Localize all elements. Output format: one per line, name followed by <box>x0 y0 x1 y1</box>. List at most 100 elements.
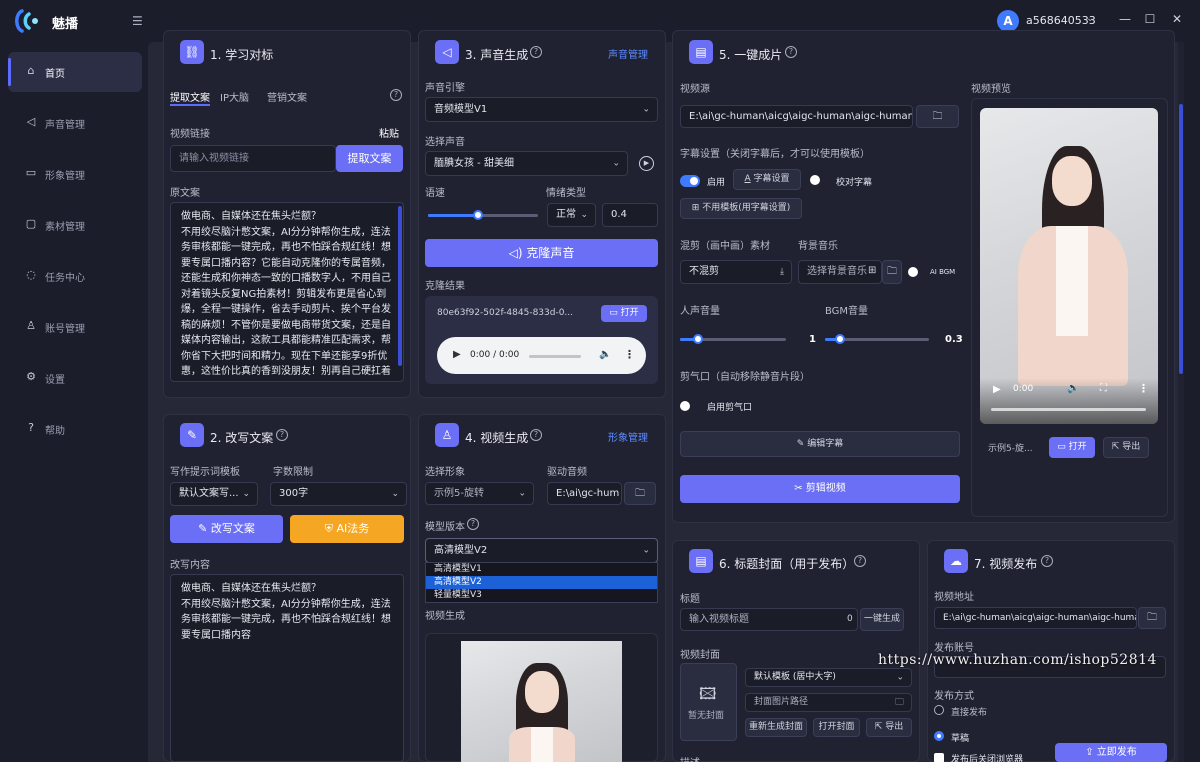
button-label: 不用模板(用字幕设置) <box>702 203 791 213</box>
cover-path-input[interactable]: 封面图片路径 🗀 <box>745 693 912 712</box>
paste-button[interactable]: 粘贴 <box>379 125 399 140</box>
dropdown-option[interactable]: 高清模型V1 <box>426 563 657 576</box>
ai-legal-button[interactable]: ⛨ AI法务 <box>290 515 404 543</box>
proofread-radio[interactable] <box>810 175 820 185</box>
dropdown-option-selected[interactable]: 高清模型V2 <box>426 576 657 589</box>
auto-generate-title-button[interactable]: 一键生成 <box>860 608 904 631</box>
fullscreen-icon[interactable]: ⛶ <box>1100 383 1107 394</box>
no-template-button[interactable]: ⊞ 不用模板(用字幕设置) <box>680 198 802 219</box>
help-icon[interactable]: ? <box>276 429 288 441</box>
grid-icon[interactable]: ⊞ <box>868 265 876 276</box>
subtitle-toggle[interactable] <box>680 175 700 187</box>
rewrite-content-area[interactable]: 做电商、自媒体还在焦头烂额？ 不用绞尽脑汁憋文案，AI分分钟帮你生成，连法务审核… <box>170 574 404 762</box>
avatar[interactable]: A <box>997 10 1019 32</box>
folder-icon[interactable]: 🗀 <box>895 694 904 711</box>
more-icon[interactable]: ⋮ <box>624 348 635 361</box>
bgm-volume-thumb[interactable] <box>834 334 845 344</box>
video-source-input[interactable]: E:\ai\gc-human\aicg\aigc-human\aigc-huma… <box>680 105 913 128</box>
play-preview-icon[interactable]: ▶ <box>639 156 654 171</box>
engine-select[interactable]: 音频模型V1 ⌄ <box>425 97 658 122</box>
help-icon[interactable]: ? <box>1041 555 1053 567</box>
collapse-sidebar-icon[interactable]: ☰ <box>132 14 143 28</box>
avatar-manage-link[interactable]: 形象管理 <box>608 429 648 444</box>
main-scrollbar-thumb[interactable] <box>1179 104 1183 374</box>
export-cover-button[interactable]: ⇱ 导出 <box>866 718 912 737</box>
sidebar-item-label: 账号管理 <box>45 324 85 335</box>
original-text-area[interactable]: 做电商、自媒体还在焦头烂额？ 不用绞尽脑汁憋文案，AI分分钟帮你生成，连法务审核… <box>170 202 404 382</box>
edit-subtitle-button[interactable]: ✎ 编辑字幕 <box>680 431 960 457</box>
mix-select[interactable]: 不混剪 ⤓ <box>680 260 792 284</box>
volume-icon[interactable]: 🔈 <box>1067 383 1079 394</box>
maximize-icon[interactable]: ☐ <box>1143 12 1157 26</box>
folder-icon[interactable]: 🗀 <box>1138 607 1166 629</box>
chevron-down-icon[interactable]: ⌄ <box>1086 13 1094 24</box>
select-value: 高清模型V2 <box>434 545 488 556</box>
volume-icon[interactable]: 🔈 <box>599 349 611 360</box>
help-icon[interactable]: ? <box>854 555 866 567</box>
sidebar-item-voice[interactable]: ◁ 声音管理 <box>8 103 142 143</box>
speed-slider-thumb[interactable] <box>472 210 483 220</box>
close-icon[interactable]: ✕ <box>1170 12 1184 26</box>
scrollbar[interactable] <box>398 206 402 366</box>
help-icon[interactable]: ? <box>785 46 797 58</box>
clone-voice-button[interactable]: ◁) 克隆声音 <box>425 239 658 267</box>
close-browser-checkbox[interactable] <box>934 753 944 762</box>
dropdown-option[interactable]: 轻量模型V3 <box>426 589 657 602</box>
open-preview-button[interactable]: ▭ 打开 <box>1049 437 1095 458</box>
regenerate-cover-button[interactable]: 重新生成封面 <box>745 718 807 737</box>
video-link-input[interactable]: 请输入视频链接 <box>170 145 336 172</box>
open-result-button[interactable]: ▭ 打开 <box>601 305 647 322</box>
model-version-select[interactable]: 高清模型V2 ⌄ <box>425 538 658 563</box>
help-icon[interactable]: ? <box>467 518 479 530</box>
sidebar-item-avatar[interactable]: ▭ 形象管理 <box>8 154 142 194</box>
word-limit-select[interactable]: 300字 ⌄ <box>270 482 407 506</box>
ai-bgm-radio[interactable] <box>908 267 918 277</box>
voice-volume-thumb[interactable] <box>693 334 704 344</box>
direct-publish-radio[interactable] <box>934 705 944 715</box>
preview-video[interactable] <box>980 108 1158 424</box>
help-icon[interactable]: ? <box>530 46 542 58</box>
sidebar-item-settings[interactable]: ⚙ 设置 <box>8 358 142 398</box>
emotion-intensity-input[interactable]: 0.4 <box>602 203 658 227</box>
open-cover-button[interactable]: 打开封面 <box>813 718 860 737</box>
sidebar-item-accounts[interactable]: ♙ 账号管理 <box>8 307 142 347</box>
title-input[interactable]: 输入视频标题 <box>680 608 858 631</box>
extract-button[interactable]: 提取文案 <box>336 145 403 172</box>
more-icon[interactable]: ⋮ <box>1138 382 1149 395</box>
voice-select[interactable]: 腼腆女孩 - 甜美细 ⌄ <box>425 151 628 176</box>
sidebar-item-material[interactable]: ▢ 素材管理 <box>8 205 142 245</box>
avatar-select[interactable]: 示例5-旋转 ⌄ <box>425 482 534 505</box>
tab-marketing[interactable]: 营销文案 <box>267 89 307 104</box>
speed-slider[interactable] <box>428 214 538 217</box>
subtitle-settings-button[interactable]: A 字幕设置 <box>733 169 801 190</box>
cover-template-select[interactable]: 默认模板 (居中大字) ⌄ <box>745 668 912 687</box>
play-icon[interactable]: ▶ <box>993 384 1001 395</box>
font-icon: A <box>744 174 751 184</box>
voice-manage-link[interactable]: 声音管理 <box>608 46 648 61</box>
breath-cut-radio[interactable] <box>680 401 690 411</box>
sidebar-item-help[interactable]: ? 帮助 <box>8 409 142 449</box>
draft-radio[interactable] <box>934 731 944 741</box>
sidebar-item-tasks[interactable]: ◌ 任务中心 <box>8 256 142 296</box>
driving-audio-input[interactable]: E:\ai\gc-hum <box>547 482 622 505</box>
rewrite-button[interactable]: ✎ 改写文案 <box>170 515 283 543</box>
tab-extract[interactable]: 提取文案 <box>170 89 210 104</box>
prompt-template-select[interactable]: 默认文案写... ⌄ <box>170 482 258 506</box>
tab-ip-brain[interactable]: IP大脑 <box>220 89 249 104</box>
sidebar-item-home[interactable]: ⌂ 首页 <box>8 52 142 92</box>
emotion-select[interactable]: 正常 ⌄ <box>547 203 596 227</box>
export-preview-button[interactable]: ⇱ 导出 <box>1103 437 1149 458</box>
publish-now-button[interactable]: ⇪ 立即发布 <box>1055 743 1167 762</box>
video-progress[interactable] <box>991 408 1146 411</box>
video-address-label: 视频地址 <box>934 592 974 603</box>
audio-progress[interactable] <box>529 355 581 358</box>
play-icon[interactable]: ▶ <box>453 349 461 360</box>
help-icon[interactable]: ? <box>390 89 402 101</box>
cut-video-button[interactable]: ✂ 剪辑视频 <box>680 475 960 503</box>
folder-icon[interactable]: 🗀 <box>916 105 959 128</box>
minimize-icon[interactable]: — <box>1118 12 1132 26</box>
help-icon[interactable]: ? <box>530 429 542 441</box>
folder-icon[interactable]: 🗀 <box>624 482 656 505</box>
video-address-input[interactable]: E:\ai\gc-human\aicg\aigc-human\aigc-huma… <box>934 607 1137 629</box>
folder-icon[interactable]: 🗀 <box>882 260 902 284</box>
